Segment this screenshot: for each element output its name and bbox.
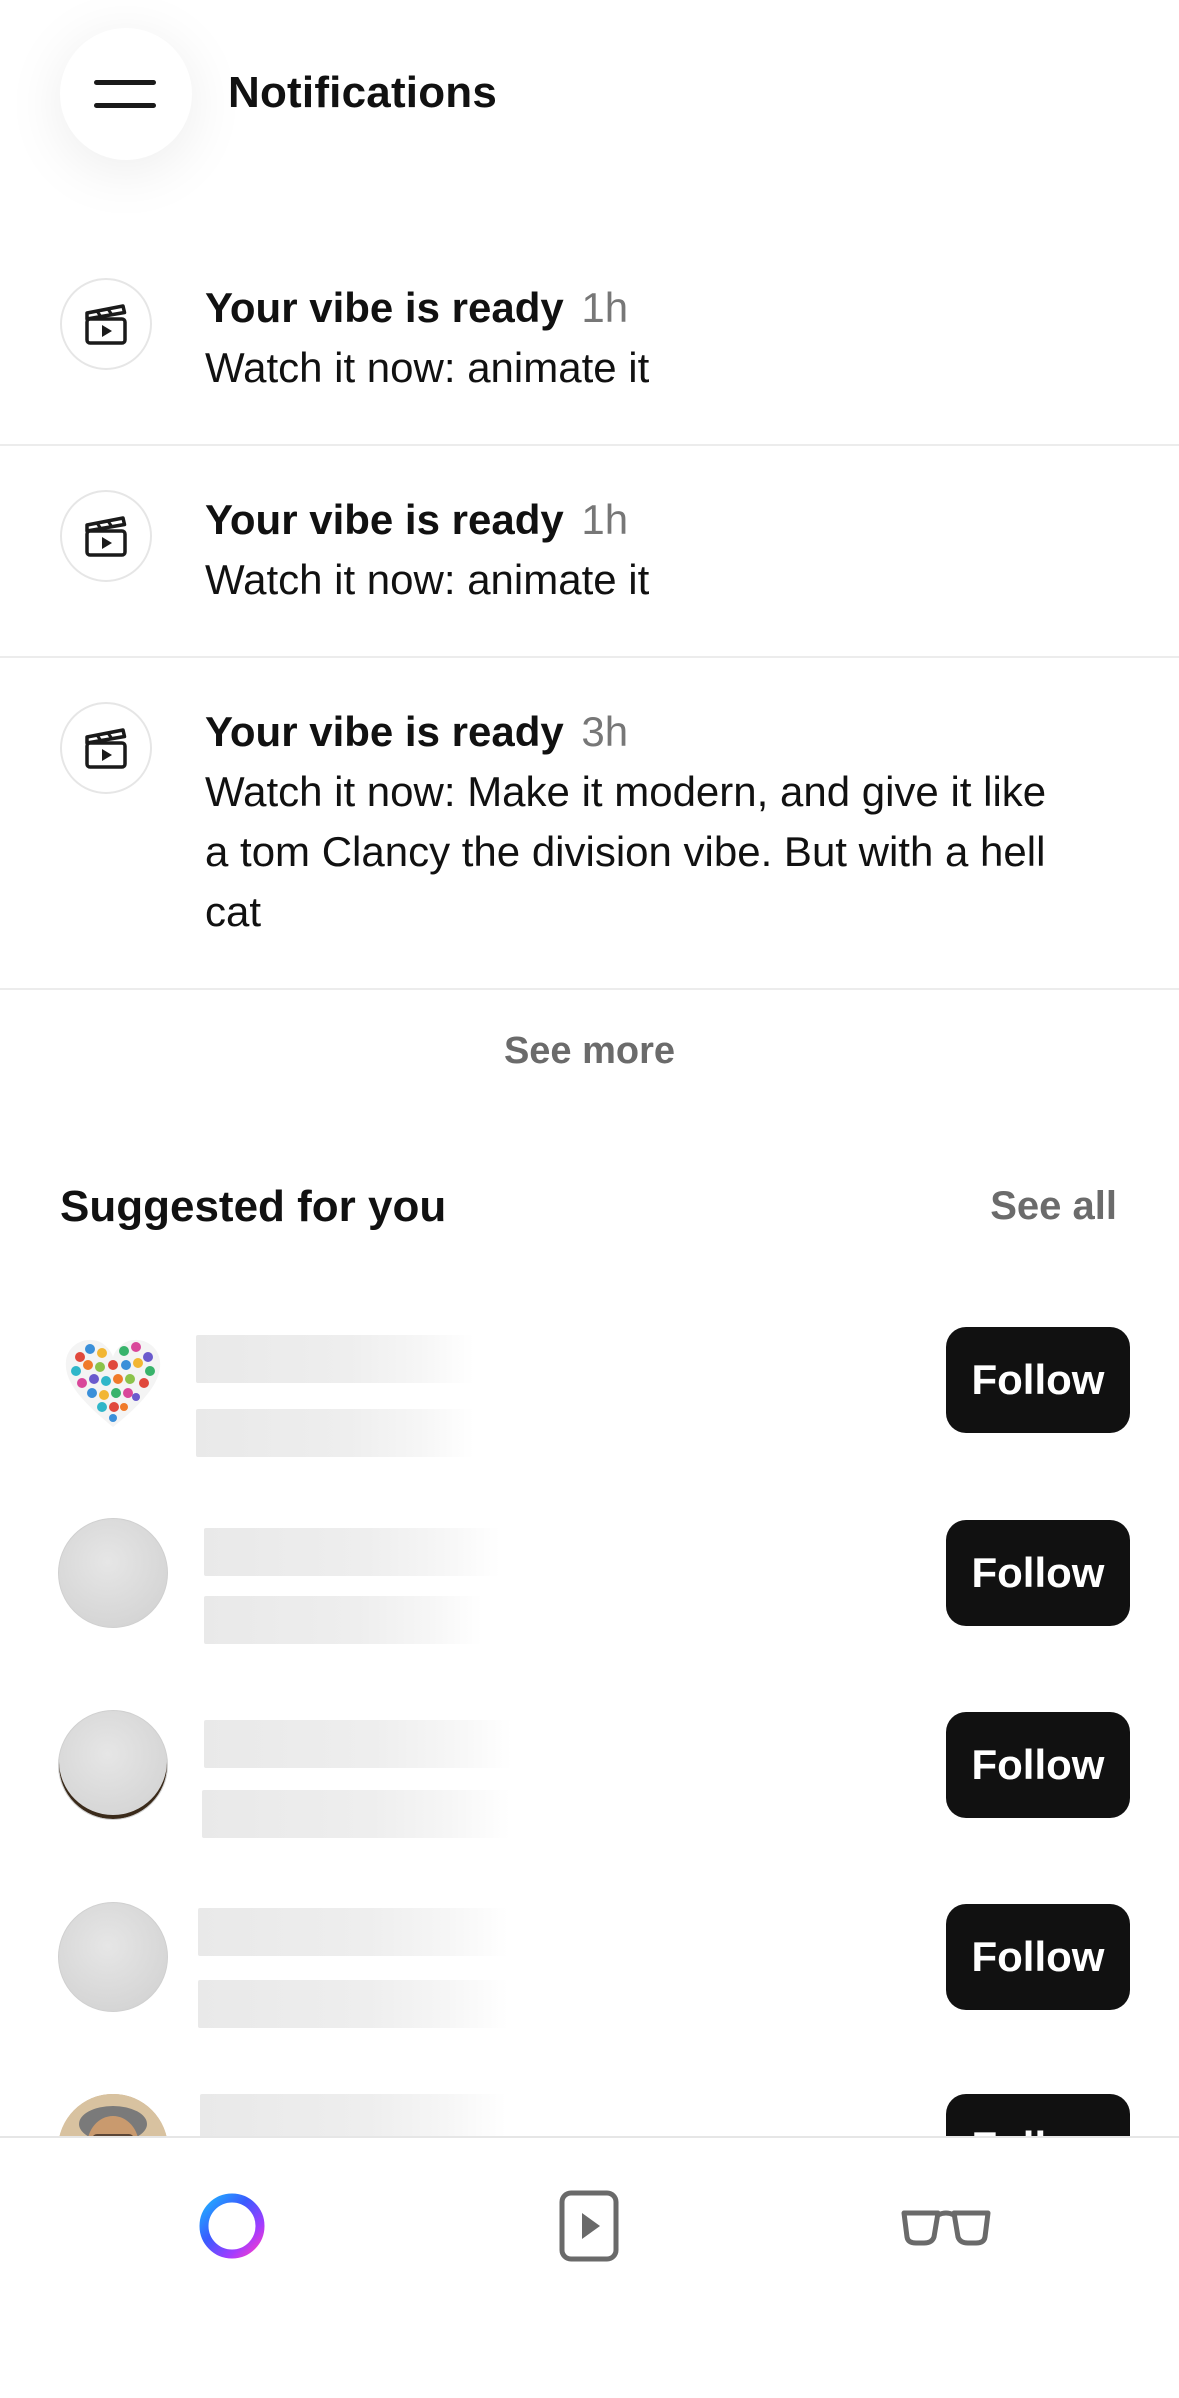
avatar[interactable] bbox=[58, 1518, 168, 1628]
follow-button[interactable]: Follow bbox=[946, 1520, 1130, 1626]
hamburger-menu-icon-bar bbox=[94, 103, 156, 108]
ai-ring-icon bbox=[199, 2193, 265, 2259]
notification-item[interactable]: Your vibe is ready 1h Watch it now: anim… bbox=[0, 232, 1179, 446]
avatar[interactable] bbox=[58, 1327, 168, 1437]
see-all-link[interactable]: See all bbox=[990, 1184, 1117, 1229]
nav-videos-tab[interactable] bbox=[529, 2176, 649, 2276]
notification-title: Your vibe is ready bbox=[205, 496, 564, 543]
header: Notifications bbox=[0, 0, 1179, 200]
avatar[interactable] bbox=[58, 1710, 168, 1820]
suggested-user-row: Follow bbox=[0, 1710, 1179, 1838]
suggested-user-row: Follow bbox=[0, 1327, 1179, 1457]
suggested-section-title: Suggested for you bbox=[60, 1182, 447, 1231]
heart-collage-image bbox=[65, 1339, 161, 1427]
suggested-user-row: Follow bbox=[0, 1518, 1179, 1644]
suggested-user-row: Follow bbox=[0, 1902, 1179, 2028]
subtitle-placeholder bbox=[196, 1409, 474, 1457]
nav-glasses-tab[interactable] bbox=[886, 2176, 1006, 2276]
username-placeholder bbox=[196, 1335, 474, 1383]
notification-time: 3h bbox=[581, 708, 629, 755]
clapperboard-icon bbox=[60, 490, 152, 582]
glasses-icon bbox=[901, 2210, 991, 2246]
follow-button[interactable]: Follow bbox=[946, 1712, 1130, 1818]
menu-button[interactable] bbox=[60, 28, 192, 160]
username-placeholder bbox=[204, 1720, 512, 1768]
subtitle-placeholder bbox=[198, 1980, 508, 2028]
notification-time: 1h bbox=[581, 496, 629, 543]
username-placeholder bbox=[200, 2094, 506, 2142]
subtitle-placeholder bbox=[204, 1596, 482, 1644]
hamburger-menu-icon bbox=[94, 80, 156, 85]
follow-button[interactable]: Follow bbox=[946, 1904, 1130, 2010]
play-video-icon bbox=[559, 2190, 619, 2262]
notification-item[interactable]: Your vibe is ready 1h Watch it now: anim… bbox=[0, 446, 1179, 658]
username-placeholder bbox=[204, 1528, 500, 1576]
notification-body: Watch it now: animate it bbox=[205, 556, 650, 603]
notification-title: Your vibe is ready bbox=[205, 284, 564, 331]
notification-title: Your vibe is ready bbox=[205, 708, 564, 755]
notification-text: Your vibe is ready 3h Watch it now: Make… bbox=[205, 702, 1065, 942]
follow-button[interactable]: Follow bbox=[946, 1327, 1130, 1433]
notification-body: Watch it now: Make it modern, and give i… bbox=[205, 768, 1047, 935]
page-title: Notifications bbox=[228, 68, 498, 117]
see-more-button[interactable]: See more bbox=[0, 1030, 1179, 1073]
notification-item[interactable]: Your vibe is ready 3h Watch it now: Make… bbox=[0, 658, 1179, 990]
notification-text: Your vibe is ready 1h Watch it now: anim… bbox=[205, 490, 1065, 610]
notification-body: Watch it now: animate it bbox=[205, 344, 650, 391]
subtitle-placeholder bbox=[202, 1790, 510, 1838]
notification-time: 1h bbox=[581, 284, 629, 331]
bottom-nav bbox=[0, 2136, 1179, 2398]
nav-ai-tab[interactable] bbox=[172, 2176, 292, 2276]
clapperboard-icon bbox=[60, 278, 152, 370]
avatar[interactable] bbox=[58, 1902, 168, 2012]
clapperboard-icon bbox=[60, 702, 152, 794]
username-placeholder bbox=[198, 1908, 508, 1956]
notification-text: Your vibe is ready 1h Watch it now: anim… bbox=[205, 278, 1065, 398]
